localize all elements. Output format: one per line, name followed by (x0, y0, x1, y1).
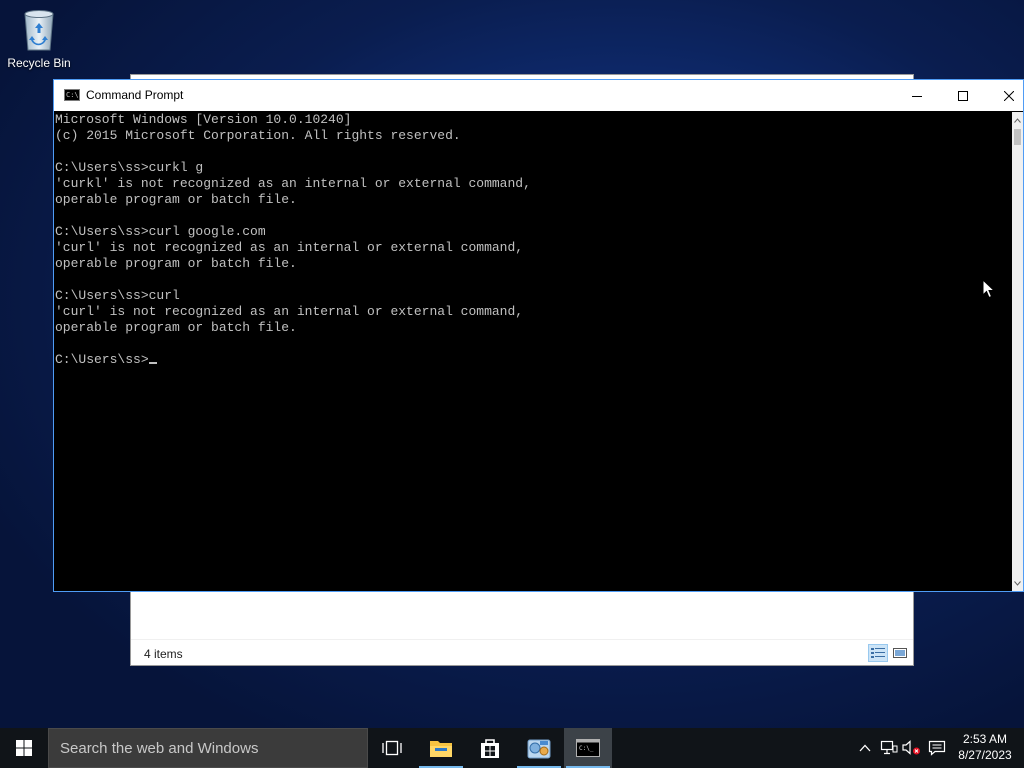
task-view-button[interactable] (368, 728, 416, 768)
console-output[interactable]: Microsoft Windows [Version 10.0.10240] (… (54, 112, 1014, 591)
large-icons-view-button[interactable] (890, 644, 910, 662)
maximize-button[interactable] (940, 80, 986, 111)
command-prompt-taskbar-button[interactable]: C:\_ (564, 728, 612, 768)
clock-date: 8/27/2023 (958, 748, 1012, 762)
console-line: 'curl' is not recognized as an internal … (55, 304, 524, 319)
maximize-icon (958, 90, 968, 101)
search-placeholder: Search the web and Windows (60, 740, 259, 757)
console-line: (c) 2015 Microsoft Corporation. All righ… (55, 128, 461, 143)
chevron-up-icon (1014, 117, 1021, 123)
store-icon (481, 739, 499, 758)
clock-time: 2:53 AM (962, 732, 1008, 746)
recycle-bin-label: Recycle Bin (7, 56, 71, 70)
clock[interactable]: 2:53 AM 8/27/2023 (954, 731, 1016, 763)
mouse-pointer-icon (982, 279, 996, 299)
scroll-down-button[interactable] (1012, 575, 1023, 591)
control-panel-icon (527, 739, 551, 759)
scroll-up-button[interactable] (1012, 112, 1023, 128)
console-prompt: C:\Users\ss> (55, 352, 149, 367)
network-icon (880, 740, 898, 755)
scroll-thumb[interactable] (1014, 129, 1021, 145)
text-cursor (148, 362, 157, 364)
notification-icon (928, 740, 946, 756)
console-line: operable program or batch file. (55, 192, 297, 207)
details-view-icon (871, 648, 885, 658)
window-title: Command Prompt (86, 88, 184, 102)
control-panel-taskbar-button[interactable] (515, 728, 563, 768)
console-line: 'curkl' is not recognized as an internal… (55, 176, 531, 191)
minimize-button[interactable] (894, 80, 940, 111)
volume-muted-icon (902, 740, 920, 755)
network-button[interactable] (879, 738, 899, 758)
taskbar: Search the web and Windows C:\_ 2:53 AM … (0, 728, 1024, 768)
command-prompt-window[interactable]: C:\ Command Prompt Microsoft Windows [Ve… (53, 79, 1024, 592)
close-icon (1004, 90, 1014, 101)
console-line: C:\Users\ss>curkl g (55, 160, 204, 175)
start-button[interactable] (0, 728, 48, 768)
file-explorer-icon (430, 741, 452, 757)
details-view-button[interactable] (868, 644, 888, 662)
minimize-icon (912, 95, 922, 97)
console-line: C:\Users\ss>curl google.com (55, 224, 266, 239)
explorer-status-bar: 4 items (131, 639, 913, 665)
console-line: Microsoft Windows [Version 10.0.10240] (55, 112, 352, 127)
large-icons-view-icon (893, 648, 907, 658)
command-prompt-icon: C:\_ (576, 739, 600, 757)
show-hidden-icons-button[interactable] (855, 738, 875, 758)
command-prompt-icon: C:\ (64, 89, 80, 101)
console-line: 'curl' is not recognized as an internal … (55, 240, 524, 255)
svg-text:C:\_: C:\_ (579, 745, 594, 752)
item-count: 4 items (144, 647, 183, 661)
chevron-up-icon (859, 744, 871, 752)
vertical-scrollbar[interactable] (1012, 112, 1023, 591)
search-box[interactable]: Search the web and Windows (48, 728, 368, 768)
volume-button[interactable] (902, 738, 922, 758)
console-text: Microsoft Windows [Version 10.0.10240] (… (55, 112, 1014, 368)
console-line: operable program or batch file. (55, 256, 297, 271)
console-line: operable program or batch file. (55, 320, 297, 335)
recycle-bin-icon (24, 10, 54, 51)
task-view-icon (382, 740, 402, 756)
store-taskbar-button[interactable] (466, 728, 514, 768)
close-button[interactable] (986, 80, 1024, 111)
recycle-bin-shortcut[interactable]: Recycle Bin (4, 6, 74, 76)
file-explorer-taskbar-button[interactable] (417, 728, 465, 768)
action-center-button[interactable] (927, 738, 947, 758)
chevron-down-icon (1014, 580, 1021, 586)
console-line: C:\Users\ss>curl (55, 288, 180, 303)
windows-logo-icon (16, 740, 32, 756)
title-bar[interactable]: C:\ Command Prompt (54, 80, 1023, 111)
